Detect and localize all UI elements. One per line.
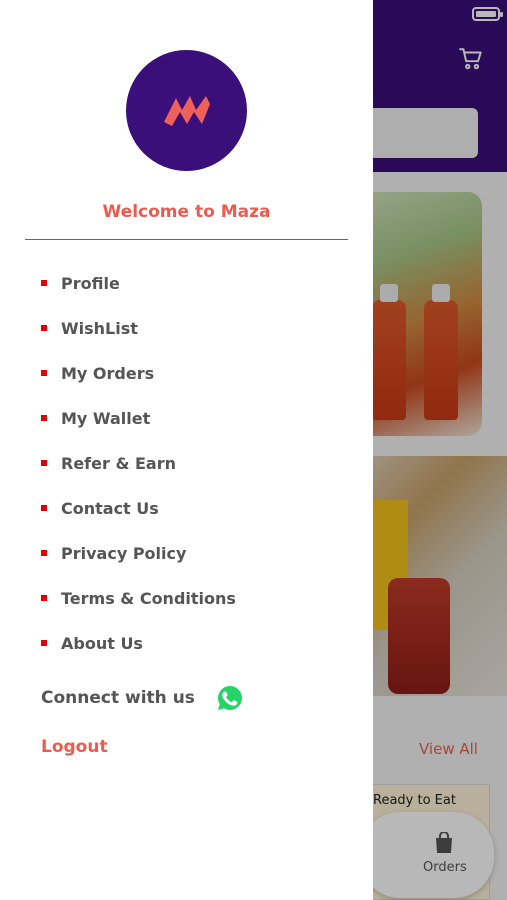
bullet-icon [41, 370, 47, 376]
bullet-icon [41, 595, 47, 601]
side-drawer: Welcome to Maza Profile WishList My Orde… [0, 0, 373, 900]
menu-item-label: My Wallet [61, 409, 151, 428]
menu-item-wishlist[interactable]: WishList [0, 307, 373, 352]
menu-item-label: Privacy Policy [61, 544, 187, 563]
bullet-icon [41, 280, 47, 286]
menu-item-label: My Orders [61, 364, 155, 383]
menu-item-about-us[interactable]: About Us [0, 622, 373, 667]
bullet-icon [41, 505, 47, 511]
bullet-icon [41, 325, 47, 331]
menu-item-refer-earn[interactable]: Refer & Earn [0, 442, 373, 487]
menu-item-label: Refer & Earn [61, 454, 176, 473]
menu-item-privacy-policy[interactable]: Privacy Policy [0, 532, 373, 577]
welcome-text: Welcome to Maza [102, 202, 271, 222]
menu-item-label: About Us [61, 634, 143, 653]
logout-button[interactable]: Logout [41, 737, 108, 757]
bullet-icon [41, 460, 47, 466]
connect-with-us-label: Connect with us [41, 688, 195, 708]
avatar [126, 50, 247, 171]
bullet-icon [41, 415, 47, 421]
menu-item-label: WishList [61, 319, 138, 338]
menu-item-contact-us[interactable]: Contact Us [0, 487, 373, 532]
menu-item-label: Terms & Conditions [61, 589, 236, 608]
bullet-icon [41, 550, 47, 556]
menu-item-label: Profile [61, 274, 120, 293]
menu-item-terms-conditions[interactable]: Terms & Conditions [0, 577, 373, 622]
menu-item-my-orders[interactable]: My Orders [0, 352, 373, 397]
divider [25, 239, 348, 240]
whatsapp-icon[interactable] [216, 684, 244, 712]
maza-logo-icon [164, 96, 210, 126]
menu-item-label: Contact Us [61, 499, 159, 518]
menu-item-my-wallet[interactable]: My Wallet [0, 397, 373, 442]
menu-item-profile[interactable]: Profile [0, 262, 373, 307]
bullet-icon [41, 640, 47, 646]
